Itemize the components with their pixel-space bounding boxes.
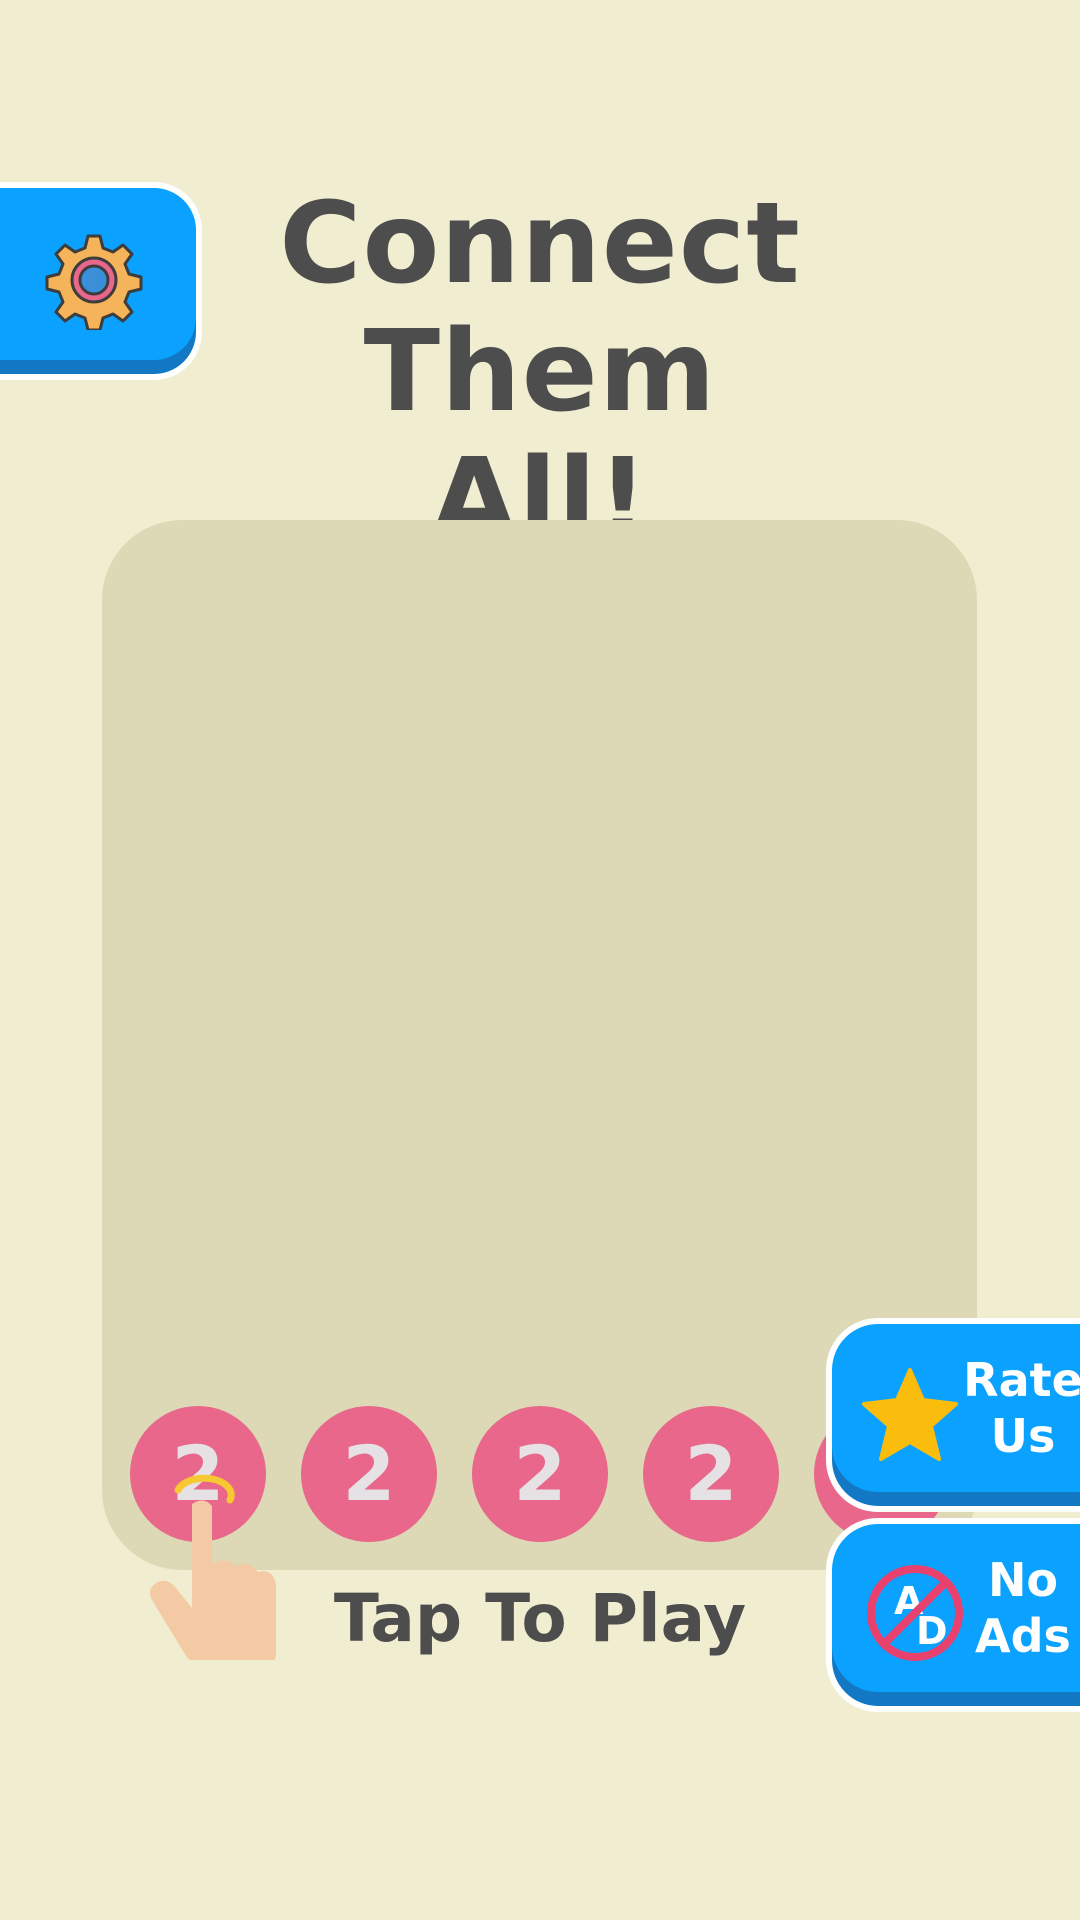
- star-icon: [862, 1368, 958, 1461]
- no-ads-icon: A D: [867, 1565, 963, 1661]
- no-ads-button[interactable]: A D No Ads: [826, 1518, 1080, 1712]
- gear-icon: [45, 234, 143, 330]
- tap-to-play-prompt: Tap To Play: [333, 1580, 747, 1657]
- settings-button[interactable]: [0, 182, 202, 380]
- rate-us-button[interactable]: Rate Us: [826, 1318, 1080, 1512]
- title-line-1: Connect: [279, 179, 801, 309]
- tap-hand-icon: [150, 1470, 300, 1666]
- no-ads-icon-letter-d: D: [916, 1609, 948, 1653]
- rate-us-label: Rate Us: [963, 1353, 1080, 1463]
- no-ads-label: No Ads: [975, 1553, 1071, 1663]
- number-tile[interactable]: 2: [472, 1406, 608, 1542]
- number-tile[interactable]: 2: [301, 1406, 437, 1542]
- number-tile[interactable]: 2: [643, 1406, 779, 1542]
- game-title: Connect Them All!: [240, 180, 840, 564]
